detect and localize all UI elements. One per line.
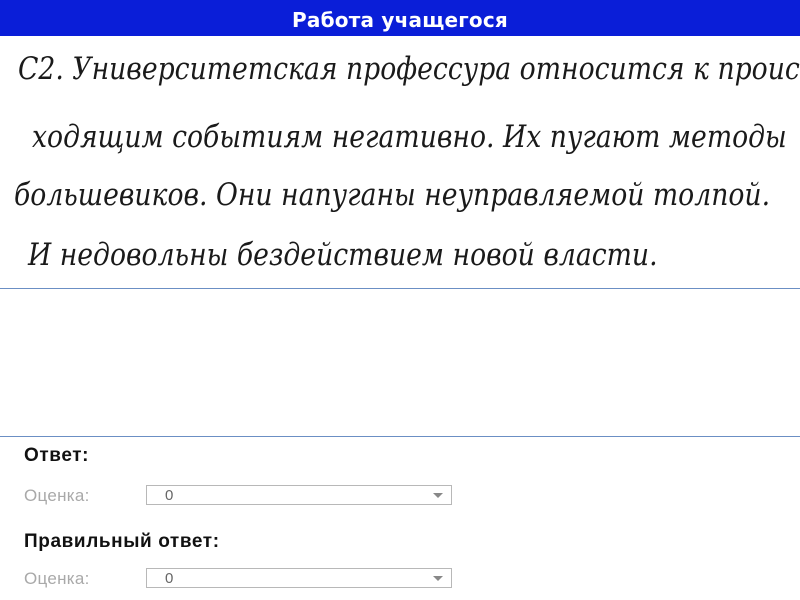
correct-grade-value: 0 [165,570,174,587]
divider [0,288,800,289]
correct-grade-label: Оценка: [24,569,90,588]
answer-grade-select[interactable]: 0 [146,485,452,505]
handwritten-line: И недовольны бездействием новой власти. [28,237,658,273]
student-work-image: С2. Университетская профессура относится… [0,36,800,288]
correct-answer-heading: Правильный ответ: [24,531,220,552]
page-title: Работа учащегося [0,0,800,36]
chevron-down-icon [433,576,443,581]
answer-grade-value: 0 [165,487,174,504]
answer-grade-label: Оценка: [24,486,90,505]
handwritten-line: ходящим событиям негативно. Их пугают ме… [32,119,787,155]
answer-heading: Ответ: [24,445,90,466]
handwritten-line: большевиков. Они напуганы неуправляемой … [14,177,771,213]
grading-panel: Ответ: Оценка: 0 Правильный ответ: Оценк… [0,437,800,600]
handwritten-line: С2. Университетская профессура относится… [18,51,800,87]
chevron-down-icon [433,493,443,498]
correct-grade-select[interactable]: 0 [146,568,452,588]
